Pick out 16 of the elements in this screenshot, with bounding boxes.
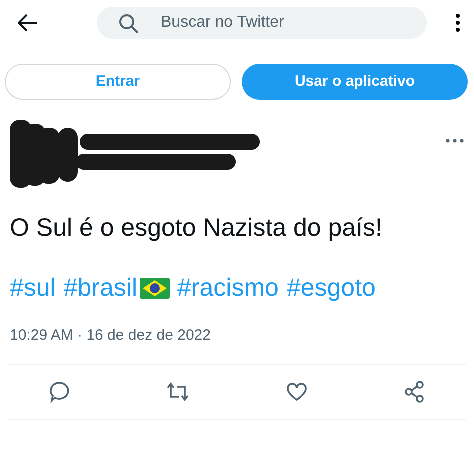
reply-icon[interactable] xyxy=(48,380,70,402)
search-field[interactable]: Buscar no Twitter xyxy=(97,7,427,39)
hashtag-link[interactable]: #racismo xyxy=(178,270,279,307)
login-button[interactable]: Entrar xyxy=(5,64,231,100)
share-icon[interactable] xyxy=(404,380,426,402)
back-arrow-icon[interactable] xyxy=(18,14,38,32)
tweet-timestamp: 10:29 AM · 16 de dez de 2022 xyxy=(10,326,212,346)
hashtag-link[interactable]: #esgoto xyxy=(286,270,376,307)
more-options-icon[interactable] xyxy=(446,139,464,143)
hashtag-link[interactable]: #sul xyxy=(10,270,56,307)
retweet-icon[interactable] xyxy=(166,380,190,402)
hashtag-link[interactable]: #brasil xyxy=(64,270,138,307)
use-app-button[interactable]: Usar o aplicativo xyxy=(242,64,468,100)
tweet-text: O Sul é o esgoto Nazista do país! xyxy=(10,213,384,244)
more-options-icon[interactable] xyxy=(456,14,460,32)
like-icon[interactable] xyxy=(286,382,308,402)
